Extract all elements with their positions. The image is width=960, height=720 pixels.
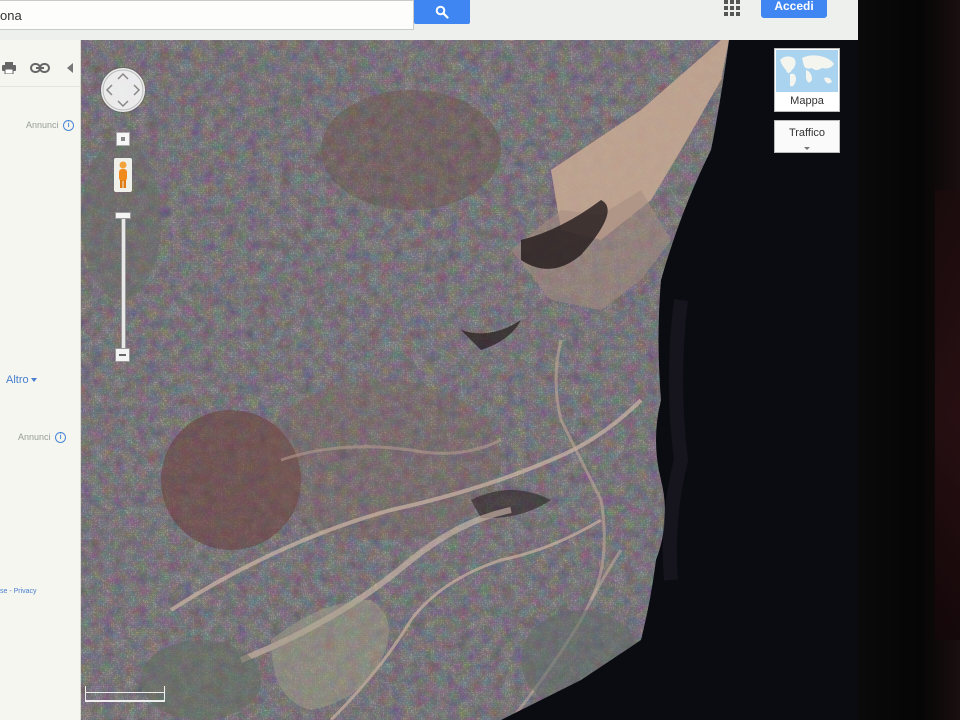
left-panel: Annunci i Altro Annunci i se - Privacy — [0, 40, 81, 720]
traffic-layer-button[interactable]: Traffico — [774, 120, 840, 153]
pan-arrows-icon — [102, 69, 144, 111]
plus-icon — [121, 137, 125, 141]
print-icon[interactable] — [2, 62, 16, 74]
pegman-icon[interactable] — [114, 158, 132, 192]
link-icon[interactable] — [30, 62, 50, 74]
zoom-slider[interactable] — [121, 216, 126, 358]
scale-bar — [85, 686, 165, 702]
map-type-label: Mappa — [790, 95, 824, 107]
satellite-map[interactable]: Mappa Traffico — [81, 40, 858, 720]
panel-divider — [0, 86, 80, 87]
more-link[interactable]: Altro — [6, 374, 37, 386]
info-icon-2[interactable]: i — [55, 432, 67, 444]
ads-label-2: Annunci i — [18, 432, 67, 444]
zoom-in-button[interactable] — [116, 132, 130, 146]
more-link-label: Altro — [6, 374, 29, 386]
monitor-edge — [935, 190, 960, 640]
satellite-imagery — [81, 40, 858, 720]
pan-control[interactable] — [101, 68, 145, 112]
search-icon — [435, 5, 449, 19]
ads-label-2-text: Annunci — [18, 432, 51, 442]
maps-top-bar: ona Accedi — [0, 0, 858, 41]
footer-links[interactable]: se - Privacy — [0, 588, 37, 595]
browser-screen: ona Accedi Annunci i Altro Annunci i se … — [0, 0, 858, 720]
zoom-slider-handle[interactable] — [115, 212, 131, 219]
panel-toolbar — [0, 58, 80, 82]
traffic-label: Traffico — [788, 127, 826, 139]
world-map-icon — [776, 50, 838, 92]
map-type-button[interactable]: Mappa — [774, 48, 840, 112]
ads-label-text: Annunci — [26, 120, 59, 130]
info-icon[interactable]: i — [63, 120, 75, 132]
search-button[interactable] — [414, 0, 470, 24]
collapse-panel-icon[interactable] — [66, 62, 74, 74]
chevron-down-icon — [30, 378, 37, 383]
ads-label: Annunci i — [26, 120, 75, 132]
apps-grid-icon[interactable] — [724, 0, 740, 16]
search-input[interactable]: ona — [0, 0, 414, 30]
zoom-out-button[interactable] — [115, 348, 130, 362]
signin-button[interactable]: Accedi — [761, 0, 827, 18]
chevron-down-icon — [804, 147, 810, 150]
